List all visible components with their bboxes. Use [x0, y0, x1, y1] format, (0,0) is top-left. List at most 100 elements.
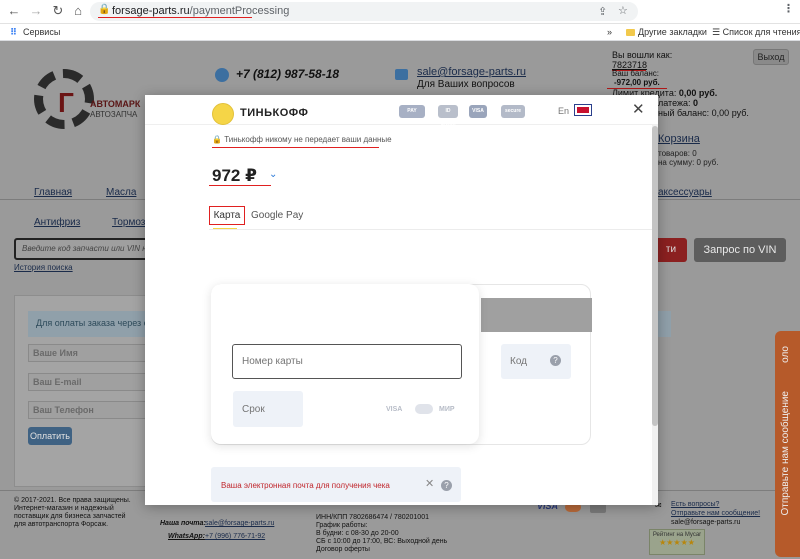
payment-body: 🔒 Тинькофф никому не передает ваши данны… — [145, 125, 658, 505]
footer-mail-label: Наша почта: — [160, 520, 206, 527]
logo-letter: Г — [58, 87, 74, 118]
footer-hours-1: В будни: с 08-30 до 20-00 — [316, 530, 399, 537]
cart-sum: на сумму: 0 руб. — [658, 158, 719, 167]
search-button[interactable]: ти — [655, 238, 687, 262]
reading-list[interactable]: ☰ Список для чтения — [712, 27, 800, 38]
vin-request-button[interactable]: Запрос по VIN — [694, 238, 786, 262]
folder-icon — [626, 29, 635, 36]
magnetic-stripe — [481, 298, 592, 332]
star-icon[interactable]: ☆ — [618, 4, 628, 17]
email-caption: Для Ваших вопросов — [417, 79, 515, 90]
mastercard-icon — [415, 404, 433, 414]
footer-questions-email: sale@forsage-parts.ru — [671, 519, 741, 526]
bookmarks-more[interactable]: » — [607, 27, 612, 37]
email-field[interactable]: Ваш E-mail — [28, 373, 146, 391]
mycar-rating-badge[interactable]: Рейтинг на Mycar ★★★★★ — [649, 529, 705, 555]
nav-oils[interactable]: Масла — [106, 187, 136, 198]
free-balance: ный баланс: 0,00 руб. — [658, 108, 749, 118]
receipt-email-label: Ваша электронная почта для получения чек… — [221, 481, 390, 490]
footer-desc-1: Интернет-магазин и надежный — [14, 505, 114, 512]
footer-desc-2: поставщик для бизнеса запчастей — [14, 513, 126, 520]
side-tab-top-text: оло — [780, 346, 791, 363]
modal-scroll-thumb[interactable] — [652, 126, 658, 426]
side-tab-text[interactable]: Отправьте нам сообщение — [780, 391, 796, 516]
nav-accessories[interactable]: аксессуары — [658, 187, 712, 198]
back-icon[interactable]: ← — [6, 3, 22, 19]
url-text: forsage-parts.ru/paymentProcessing — [112, 5, 290, 17]
apps-icon[interactable]: ⠿ — [10, 27, 17, 38]
site-phone[interactable]: +7 (812) 987-58-18 — [236, 67, 339, 81]
amount-underline — [209, 185, 271, 186]
mail-icon — [395, 69, 408, 80]
footer-hours-2: СБ с 10:00 до 17:00, ВС: Выходной день — [316, 538, 448, 545]
payment-modal: ТИНЬКОФФ PAY ID Check VISA secure En ✕ 🔒… — [145, 95, 658, 505]
cart-link[interactable]: Корзина — [658, 133, 700, 145]
part-search-input[interactable]: Введите код запчасти или VIN н — [14, 238, 164, 260]
clear-icon[interactable]: ✕ — [425, 477, 434, 490]
footer-questions[interactable]: Есть вопросы? — [671, 501, 719, 508]
payment-due: латежа: 0 — [658, 98, 699, 108]
bookmark-apps[interactable]: Сервисы — [23, 27, 60, 37]
balance-label: Ваш баланс: — [612, 69, 660, 78]
tab-card[interactable]: Карта — [209, 206, 245, 225]
home-icon[interactable]: ⌂ — [70, 3, 86, 19]
bookmarks-bar: ⠿ Сервисы » Другие закладки ☰ Список для… — [0, 24, 800, 41]
cvc-help-icon[interactable]: ? — [550, 355, 561, 366]
tabs-divider — [209, 229, 655, 230]
reload-icon[interactable]: ↻ — [50, 3, 66, 19]
order-notice: Для оплаты заказа через си — [28, 311, 146, 337]
footer-desc-3: для автотранспорта Форсаж. — [14, 521, 109, 528]
tinkoff-brand: ТИНЬКОФФ — [240, 107, 309, 119]
visa-icon: VISA — [386, 406, 403, 413]
logo-subtext: АВТОЗАПЧА — [90, 110, 138, 119]
footer-contract[interactable]: Договор оферты — [316, 546, 370, 553]
logged-in-label: Вы вошли как: — [612, 50, 673, 60]
menu-icon[interactable]: ⋮ — [783, 2, 794, 15]
footer-mail-value[interactable]: sale@forsage-parts.ru — [205, 520, 274, 527]
balance-value: -972,00 руб. — [614, 78, 660, 87]
id-check-logo: ID Check — [438, 105, 458, 127]
card-number-input[interactable] — [232, 344, 462, 379]
footer-hours-title: График работы: — [316, 522, 368, 529]
logo-text: АВТОМАРК — [90, 99, 141, 109]
nav-brakes[interactable]: Тормоз — [112, 217, 145, 228]
nav-antifreeze[interactable]: Антифриз — [34, 217, 80, 228]
payment-amount: 972 ₽ — [212, 166, 257, 185]
nav-home[interactable]: Главная — [34, 187, 72, 198]
mastercard-pay-logo: PAY — [399, 105, 425, 118]
address-bar[interactable]: 🔒 forsage-parts.ru/paymentProcessing ⇪ ☆ — [90, 2, 638, 21]
language-label[interactable]: En — [558, 106, 569, 116]
footer-copyright: © 2017-2021. Все права защищены. — [14, 497, 131, 504]
bookmark-other[interactable]: Другие закладки — [626, 27, 707, 37]
phone-icon — [215, 68, 229, 82]
forward-icon[interactable]: → — [28, 3, 44, 19]
browser-toolbar: ← → ↻ ⌂ 🔒 forsage-parts.ru/paymentProces… — [0, 0, 800, 24]
chevron-down-icon[interactable]: ⌄ — [269, 169, 277, 180]
footer-company-inn: ИНН/КПП 7802686474 / 780201001 — [316, 514, 429, 521]
lock-small-icon: 🔒 — [212, 135, 222, 144]
site-pay-button[interactable]: Оплатить — [28, 427, 72, 445]
payment-header: ТИНЬКОФФ PAY ID Check VISA secure En ✕ — [145, 95, 658, 127]
expiry-input[interactable] — [233, 391, 303, 427]
phone-field[interactable]: Ваш Телефон — [28, 401, 146, 419]
privacy-underline — [212, 147, 379, 148]
footer-send-message[interactable]: Отправьте нам сообщение! — [671, 510, 760, 517]
mir-accept-logo: secure — [501, 105, 525, 118]
privacy-note: 🔒 Тинькофф никому не передает ваши данны… — [212, 135, 392, 144]
footer-whatsapp-value[interactable]: +7 (996) 776-71-92 — [205, 533, 265, 540]
tinkoff-logo-icon — [212, 103, 234, 125]
close-icon[interactable]: ✕ — [632, 100, 645, 118]
name-field[interactable]: Ваше Имя — [28, 344, 146, 362]
uk-flag-icon[interactable] — [574, 104, 592, 116]
site-email[interactable]: sale@forsage-parts.ru — [417, 66, 526, 78]
tab-google-pay[interactable]: Google Pay — [251, 210, 303, 221]
cart-items: товаров: 0 — [658, 149, 697, 158]
exit-button[interactable]: Выход — [753, 49, 789, 65]
visa-secure-logo: VISA — [469, 105, 487, 118]
email-help-icon[interactable]: ? — [441, 480, 452, 491]
footer-whatsapp-label: WhatsApp: — [168, 533, 205, 540]
share-icon[interactable]: ⇪ — [598, 5, 607, 18]
lock-icon: 🔒 — [98, 4, 111, 15]
search-history-link[interactable]: История поиска — [14, 263, 73, 272]
rating-stars-icon: ★★★★★ — [659, 538, 695, 547]
